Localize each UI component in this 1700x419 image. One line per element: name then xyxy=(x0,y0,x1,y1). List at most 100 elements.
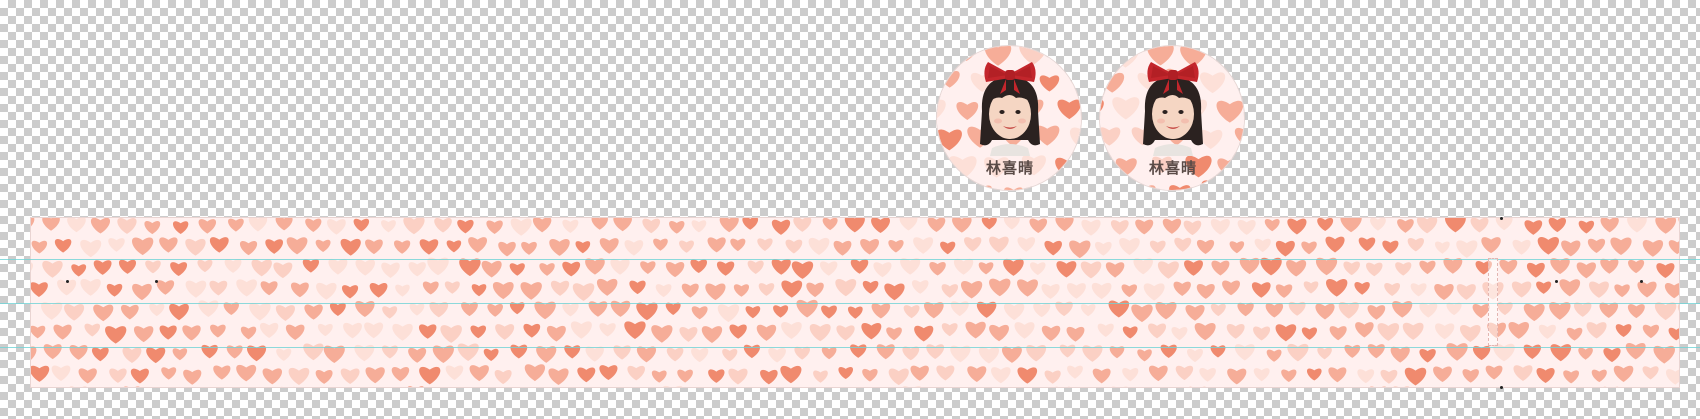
heart-shape xyxy=(1435,241,1450,254)
heart-shape xyxy=(1338,301,1359,319)
heart-shape xyxy=(1080,261,1102,279)
heart-shape xyxy=(434,218,452,233)
heart-shape xyxy=(791,261,814,279)
heart-shape xyxy=(1600,218,1619,233)
anchor-point xyxy=(66,280,69,283)
heart-shape xyxy=(1395,262,1412,276)
heart-shape xyxy=(365,367,385,384)
heart-shape xyxy=(663,385,683,387)
heart-shape xyxy=(185,238,206,256)
heart-shape xyxy=(1275,240,1295,257)
heart-shape xyxy=(1264,218,1280,232)
heart-shape xyxy=(492,282,514,300)
heart-shape xyxy=(1470,218,1489,233)
heart-shape xyxy=(952,218,972,233)
heart-shape xyxy=(677,369,693,383)
artboard-canvas[interactable]: 林喜晴 林喜晴 xyxy=(0,0,1700,419)
heart-shape xyxy=(809,324,831,342)
heart-shape xyxy=(1044,370,1061,384)
selection-marker[interactable] xyxy=(1488,258,1498,346)
heart-shape xyxy=(836,325,855,341)
heart-shape xyxy=(691,306,708,320)
heart-shape xyxy=(835,278,857,297)
heart-shape xyxy=(747,260,764,274)
anchor-point xyxy=(155,280,158,283)
heart-shape xyxy=(132,283,152,301)
heart-shape xyxy=(198,219,217,234)
heart-shape xyxy=(510,218,532,236)
heart-shape xyxy=(64,304,85,321)
heart-shape xyxy=(821,347,837,360)
heart-shape xyxy=(719,218,739,233)
heart-shape xyxy=(1481,237,1501,254)
heart-shape xyxy=(90,218,111,234)
guide-line-1[interactable] xyxy=(0,259,1700,260)
heart-shape xyxy=(1155,302,1177,320)
heart-shape xyxy=(1677,304,1679,311)
heart-shape xyxy=(1239,257,1260,275)
heart-shape xyxy=(84,323,101,337)
heart-shape xyxy=(640,261,656,274)
heart-shape xyxy=(1303,281,1319,294)
heart-shape xyxy=(285,324,305,341)
heart-shape xyxy=(1668,240,1679,255)
heart-shape xyxy=(1377,323,1400,341)
guide-line-3[interactable] xyxy=(0,347,1700,348)
heart-shape xyxy=(1410,283,1427,297)
heart-shape xyxy=(1343,261,1361,276)
heart-shape xyxy=(1536,368,1555,384)
heart-shape xyxy=(722,348,738,362)
heart-shape xyxy=(1111,386,1128,387)
heart-shape xyxy=(1237,302,1254,317)
heart-shape xyxy=(862,368,878,382)
heart-shape xyxy=(251,259,272,277)
heart-shape xyxy=(1357,369,1375,384)
heart-shape xyxy=(427,257,449,276)
heart-shape xyxy=(1574,302,1592,317)
heart-shape xyxy=(1549,302,1571,320)
heart-shape xyxy=(1354,282,1370,295)
guide-line-2[interactable] xyxy=(0,303,1700,304)
heart-shape xyxy=(1097,323,1114,337)
heart-shape xyxy=(679,240,695,253)
heart-shape xyxy=(273,262,293,279)
heart-shape xyxy=(161,367,177,380)
heart-shape xyxy=(1119,238,1140,256)
heart-shape xyxy=(122,347,142,364)
heart-shape xyxy=(494,370,512,385)
heart-shape xyxy=(1328,367,1347,383)
heart-shape xyxy=(1149,240,1166,254)
heart-shape xyxy=(822,218,838,231)
heart-shape xyxy=(1433,366,1452,383)
heart-shape xyxy=(172,221,189,234)
heart-shape xyxy=(1017,279,1038,297)
heart-shape xyxy=(1122,326,1138,339)
heart-shape xyxy=(757,238,773,251)
heart-shape xyxy=(1281,369,1297,383)
heart-shape xyxy=(1599,302,1619,318)
heart-shape xyxy=(760,369,778,385)
heart-shape xyxy=(1029,218,1048,233)
heart-shape xyxy=(1253,326,1271,341)
heart-shape xyxy=(1251,282,1271,298)
sticker-name-label: 林喜晴 xyxy=(985,159,1034,177)
heart-shape xyxy=(1033,303,1051,318)
heart-shape xyxy=(1665,369,1679,385)
heart-shape xyxy=(1419,302,1438,318)
heart-shape xyxy=(844,218,865,233)
heart-shape xyxy=(1094,241,1112,256)
heart-shape xyxy=(989,324,1009,342)
name-sticker-1[interactable]: 林喜晴 xyxy=(936,45,1082,191)
heart-shape xyxy=(821,305,837,319)
heart-shape xyxy=(240,326,257,340)
heart-shape xyxy=(596,278,618,296)
heart-shape xyxy=(1603,386,1619,387)
heart-shape xyxy=(1653,345,1675,364)
heart-shape xyxy=(281,386,295,387)
heart-shape xyxy=(813,370,828,383)
heart-shape xyxy=(524,364,546,382)
heart-shape xyxy=(624,321,646,339)
heart-shape xyxy=(708,369,725,383)
heart-shape xyxy=(940,241,956,255)
name-sticker-2[interactable]: 林喜晴 xyxy=(1099,45,1245,191)
